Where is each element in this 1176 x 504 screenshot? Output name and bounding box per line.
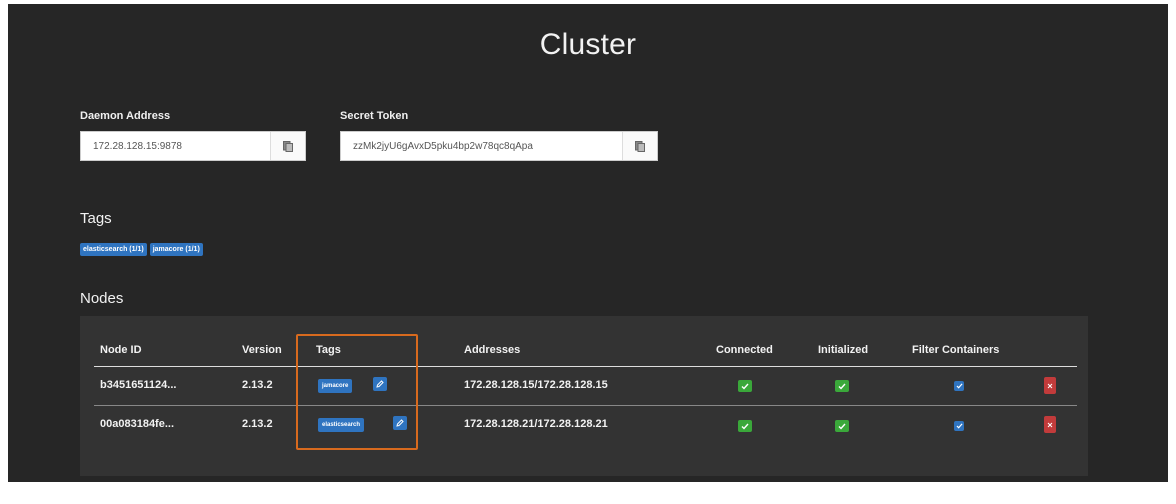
table-divider	[94, 405, 1077, 406]
delete-icon	[1047, 422, 1053, 427]
daemon-address-label: Daemon Address	[80, 110, 171, 122]
nodes-heading: Nodes	[80, 290, 124, 307]
delete-node-button[interactable]	[1044, 416, 1056, 433]
filter-containers-checkbox[interactable]	[954, 421, 964, 431]
connected-checkbox[interactable]	[738, 420, 752, 432]
tag-list: elasticsearch (1/1) jamacore (1/1)	[80, 238, 206, 256]
initialized-checkbox[interactable]	[835, 380, 849, 392]
checkmark-icon	[741, 383, 749, 390]
delete-icon	[1047, 383, 1053, 388]
table-divider	[94, 366, 1077, 367]
page-title: Cluster	[539, 28, 637, 61]
version-cell: 2.13.2	[242, 379, 273, 391]
node-id-cell: b3451651124...	[100, 379, 177, 391]
checkmark-icon	[741, 423, 749, 430]
secret-token-label: Secret Token	[340, 110, 409, 122]
tag-chip[interactable]: jamacore (1/1)	[149, 243, 203, 256]
tags-heading: Tags	[80, 210, 112, 227]
col-header-connected: Connected	[716, 344, 773, 356]
copy-secret-token-button[interactable]	[622, 132, 657, 160]
secret-token-value: zzMk2jyU6gAvxD5pku4bp2w78qc8qApa	[353, 140, 533, 152]
secret-token-field[interactable]: zzMk2jyU6gAvxD5pku4bp2w78qc8qApa	[340, 131, 658, 161]
col-header-version: Version	[242, 344, 282, 356]
col-header-initialized: Initialized	[818, 344, 869, 356]
tags-column-highlight	[296, 334, 418, 450]
connected-checkbox[interactable]	[738, 380, 752, 392]
node-id-cell: 00a083184fe...	[100, 418, 175, 430]
tag-chip[interactable]: elasticsearch (1/1)	[80, 243, 147, 256]
initialized-checkbox[interactable]	[835, 420, 849, 432]
address-cell: 172.28.128.21/172.28.128.21	[464, 418, 608, 430]
checkmark-icon	[956, 383, 963, 389]
nodes-table	[80, 316, 1088, 476]
address-cell: 172.28.128.15/172.28.128.15	[464, 379, 608, 391]
col-header-node-id: Node ID	[100, 344, 142, 356]
col-header-filter-containers: Filter Containers	[912, 344, 1000, 356]
clipboard-icon	[635, 141, 645, 152]
daemon-address-value: 172.28.128.15:9878	[93, 140, 182, 152]
copy-daemon-address-button[interactable]	[270, 132, 305, 160]
checkmark-icon	[838, 383, 846, 390]
clipboard-icon	[283, 141, 293, 152]
checkmark-icon	[956, 423, 963, 429]
daemon-address-field[interactable]: 172.28.128.15:9878	[80, 131, 306, 161]
checkmark-icon	[838, 423, 846, 430]
col-header-addresses: Addresses	[464, 344, 521, 356]
filter-containers-checkbox[interactable]	[954, 381, 964, 391]
delete-node-button[interactable]	[1044, 377, 1056, 394]
version-cell: 2.13.2	[242, 418, 273, 430]
